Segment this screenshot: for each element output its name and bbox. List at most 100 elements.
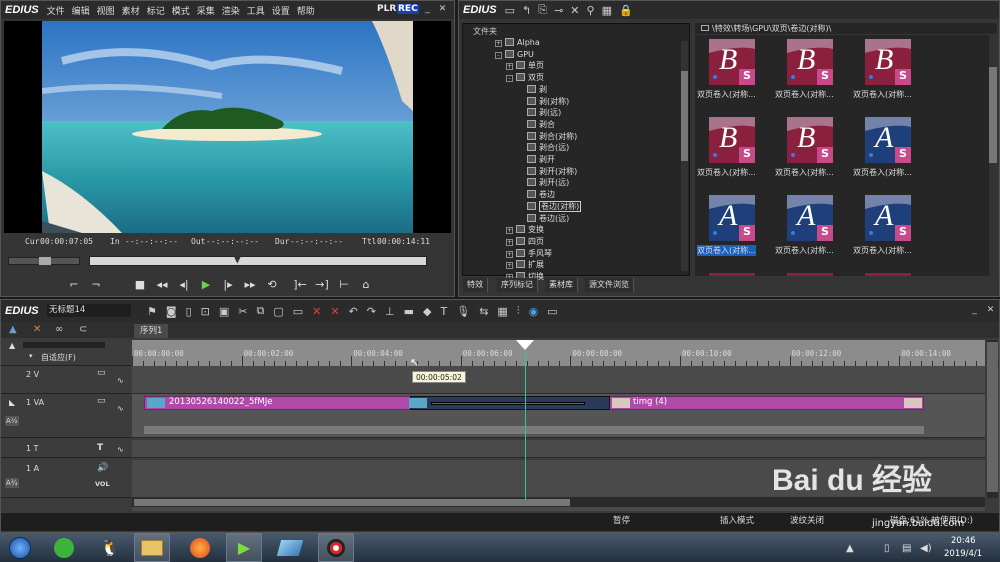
tree-item[interactable]: + 四页 <box>506 236 544 248</box>
collapse-icon[interactable]: - <box>495 51 502 59</box>
tree-item[interactable]: 剥合(对称) <box>517 131 577 143</box>
recorder-icon[interactable] <box>318 533 354 562</box>
minimize-icon[interactable]: _ <box>422 4 433 15</box>
new-project-icon[interactable]: ▯ <box>186 305 192 318</box>
effect-thumbnail[interactable]: AS <box>787 195 833 241</box>
network-icon[interactable]: ▤ <box>902 543 911 554</box>
firefox-icon[interactable] <box>182 533 218 562</box>
tree-item[interactable]: 剥合(远) <box>517 142 569 154</box>
fit-mode[interactable]: 自适应(F) <box>41 352 76 363</box>
snap-icon[interactable]: ▬ <box>404 305 414 318</box>
expand-icon[interactable]: + <box>506 227 513 235</box>
overwrite-icon[interactable]: →] <box>315 277 329 291</box>
tree-item[interactable]: 剥 <box>517 84 547 96</box>
menu-item-8[interactable]: 工具 <box>247 7 265 17</box>
time-ruler[interactable]: 00:00:00:00 00:00:02:00 00:00:04:00 00:00:0… <box>132 340 999 366</box>
track-1va-video-icon[interactable]: ▭ <box>97 396 106 406</box>
effect-thumbnail[interactable]: BS <box>787 117 833 163</box>
menu-item-4[interactable]: 标记 <box>147 7 165 17</box>
split-icon[interactable]: ⊥ <box>385 305 395 318</box>
effect-thumbnail[interactable]: BS <box>709 117 755 163</box>
track-2v[interactable] <box>132 366 985 394</box>
title-track-icon[interactable]: T <box>97 443 103 453</box>
browser-360-icon[interactable] <box>46 533 82 562</box>
collapse-icon[interactable]: - <box>506 75 513 83</box>
volume-icon[interactable]: ◀) <box>920 543 932 554</box>
effect-thumbnail[interactable]: BS <box>865 39 911 85</box>
scrub-handle[interactable]: ▼ <box>233 252 243 267</box>
sequence-tab[interactable]: 序列1 <box>134 324 169 338</box>
delete-clip-icon[interactable]: ✕ <box>312 305 321 318</box>
library-tab[interactable]: 源文件浏览 <box>585 278 634 292</box>
qq-icon[interactable]: 🐧 <box>92 533 128 562</box>
folder-icon[interactable]: ▭ <box>505 4 515 17</box>
timeline-close-icon[interactable]: ✕ <box>985 305 996 316</box>
plr-mode[interactable]: PLR <box>377 4 396 14</box>
track-1va-wave-icon[interactable]: ∿ <box>117 404 124 413</box>
tree-item[interactable]: + 单页 <box>506 60 544 72</box>
lock-icon[interactable]: 🔒 <box>619 4 633 17</box>
export-icon[interactable]: ⇆ <box>479 305 488 318</box>
timeline-hscroll[interactable] <box>132 498 985 507</box>
playhead-line[interactable] <box>525 340 527 500</box>
loop-icon[interactable]: ⟲ <box>265 277 279 291</box>
tree-item[interactable]: - GPU <box>495 49 534 61</box>
status-ripple[interactable]: 波纹关闭 <box>790 514 824 526</box>
menu-item-3[interactable]: 素材 <box>122 7 140 17</box>
mic-icon[interactable]: 🎙 <box>456 305 470 318</box>
expand-icon[interactable]: ▲ <box>9 341 15 350</box>
capture-icon[interactable]: ◙ <box>166 305 177 318</box>
replace-icon[interactable]: ▭ <box>293 305 303 318</box>
tree-item[interactable]: 卷边(对称) <box>517 200 582 213</box>
redo-icon[interactable]: ↷ <box>367 305 376 318</box>
effect-thumbnail-partial[interactable] <box>865 273 911 276</box>
status-insert-mode[interactable]: 插入模式 <box>720 514 754 526</box>
tree-item[interactable]: 剥开 <box>517 154 555 166</box>
link-icon[interactable]: ∞ <box>55 324 63 335</box>
sync-icon[interactable]: ⊂ <box>79 324 87 335</box>
set-in-icon[interactable]: ⌐ <box>67 277 81 291</box>
library-tab[interactable]: 特效 <box>463 278 488 292</box>
tree-item[interactable]: + 变换 <box>506 224 544 236</box>
track-wave-icon[interactable]: ∿ <box>117 376 124 385</box>
tree-item[interactable]: 卷边(远) <box>517 213 569 225</box>
tree-item[interactable]: 剥(对称) <box>517 96 569 108</box>
trim-icon[interactable]: ⊢ <box>337 277 351 291</box>
menu-item-6[interactable]: 采集 <box>197 7 215 17</box>
track-video-icon[interactable]: ▭ <box>97 368 106 378</box>
clock-time[interactable]: 20:46 <box>951 536 976 546</box>
stop-icon[interactable]: ■ <box>133 277 147 291</box>
effect-thumbnail-partial[interactable] <box>787 273 833 276</box>
render-icon[interactable]: ◉ <box>529 305 539 318</box>
menu-item-1[interactable]: 编辑 <box>72 7 90 17</box>
settings-icon[interactable]: ▭ <box>547 305 557 318</box>
output-icon[interactable]: ⌂ <box>359 277 373 291</box>
undo-icon[interactable]: ↶ <box>349 305 358 318</box>
scrub-bar[interactable] <box>89 256 427 266</box>
trim-toolbar-icon[interactable]: ⊸ <box>554 4 563 17</box>
copy-icon[interactable]: ⧉ <box>256 304 264 318</box>
playhead-marker[interactable] <box>516 340 535 350</box>
title-icon[interactable]: T <box>440 305 447 318</box>
track-1a-audio-ch-icon[interactable]: A¾ <box>5 478 19 488</box>
edius-task-icon[interactable]: ▶ <box>226 533 262 562</box>
transition[interactable] <box>410 396 610 410</box>
effect-thumbnail[interactable]: AS <box>865 117 911 163</box>
track-1va-audio-ch-icon[interactable]: A½ <box>5 416 19 426</box>
effect-thumbnail[interactable]: BS <box>709 39 755 85</box>
media-icon[interactable] <box>272 533 308 562</box>
tray-icon[interactable]: ▲ <box>846 543 854 554</box>
menu-item-0[interactable]: 文件 <box>47 7 65 17</box>
cut-icon[interactable]: ✂ <box>238 305 247 318</box>
tree-item[interactable]: - 双页 <box>506 72 544 84</box>
ripple-delete-icon[interactable]: ✕ <box>330 305 339 318</box>
effect-thumbnail[interactable]: BS <box>787 39 833 85</box>
library-tab[interactable]: 序列标记 <box>497 278 538 292</box>
timeline-minimize-icon[interactable]: _ <box>969 305 980 316</box>
menu-item-2[interactable]: 视图 <box>97 7 115 17</box>
play-icon[interactable]: ▶ <box>199 277 213 291</box>
layout-icon[interactable]: ▦ <box>497 305 507 318</box>
grid-scrollbar[interactable] <box>989 35 997 276</box>
tree-item[interactable]: 剥开(对称) <box>517 166 577 178</box>
library-tab[interactable]: 素材库 <box>545 278 578 292</box>
